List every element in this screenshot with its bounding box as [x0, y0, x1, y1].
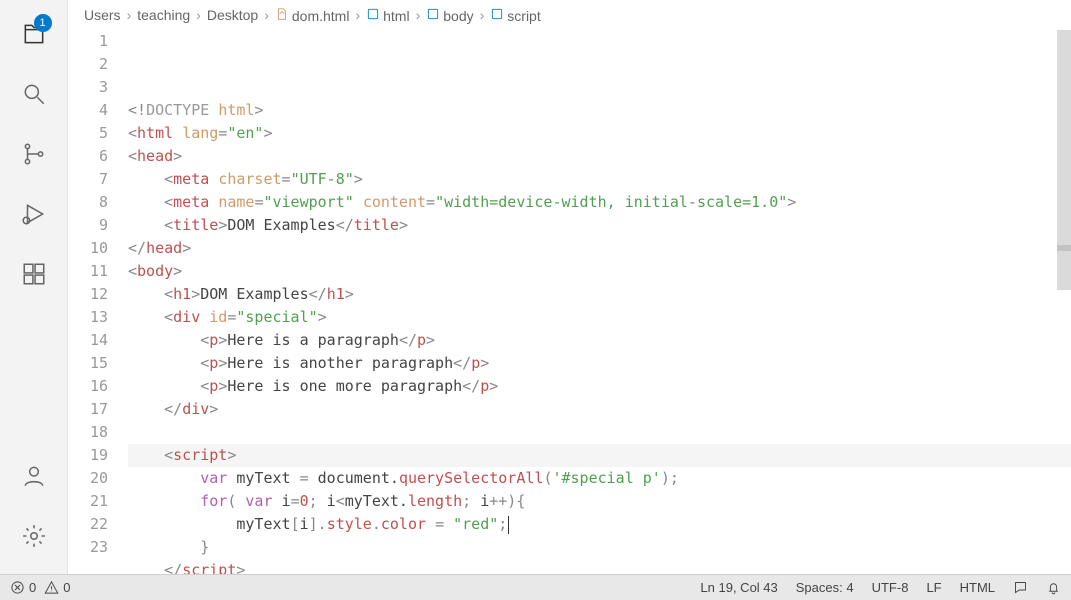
status-language[interactable]: HTML [960, 580, 995, 595]
breadcrumb-item[interactable]: dom.html [275, 7, 350, 24]
line-number: 9 [68, 214, 108, 237]
activity-bar: 1 [0, 0, 68, 574]
breadcrumb-item[interactable]: body [426, 7, 473, 24]
line-number: 7 [68, 168, 108, 191]
status-line-col[interactable]: Ln 19, Col 43 [700, 580, 777, 595]
breadcrumb-item[interactable]: script [490, 7, 540, 24]
breadcrumb-label: script [507, 8, 540, 24]
search-icon[interactable] [10, 70, 58, 118]
code-line[interactable]: </script> [128, 559, 1071, 574]
symbol-icon [490, 7, 504, 21]
line-number: 16 [68, 375, 108, 398]
line-number: 20 [68, 467, 108, 490]
code-line[interactable]: <head> [128, 145, 1071, 168]
code-line[interactable]: </head> [128, 237, 1071, 260]
account-icon[interactable] [10, 452, 58, 500]
code-line[interactable]: myText[i].style.color = "red"; [128, 513, 1071, 536]
chevron-right-icon: › [480, 7, 485, 23]
line-number: 10 [68, 237, 108, 260]
code-line[interactable]: for( var i=0; i<myText.length; i++){ [128, 490, 1071, 513]
symbol-icon [366, 7, 380, 21]
line-number: 11 [68, 260, 108, 283]
line-number: 17 [68, 398, 108, 421]
chevron-right-icon: › [196, 7, 201, 23]
feedback-icon[interactable] [1013, 580, 1028, 595]
breadcrumb-item[interactable]: Users [84, 7, 121, 23]
line-number: 19 [68, 444, 108, 467]
debug-icon[interactable] [10, 190, 58, 238]
settings-gear-icon[interactable] [10, 512, 58, 560]
breadcrumb-label: Desktop [207, 7, 258, 23]
breadcrumb-item[interactable]: teaching [137, 7, 190, 23]
line-number: 15 [68, 352, 108, 375]
breadcrumb-item[interactable]: Desktop [207, 7, 258, 23]
source-control-icon[interactable] [10, 130, 58, 178]
code-line[interactable]: <h1>DOM Examples</h1> [128, 283, 1071, 306]
line-number: 18 [68, 421, 108, 444]
line-number: 22 [68, 513, 108, 536]
chevron-right-icon: › [127, 7, 132, 23]
explorer-badge: 1 [34, 14, 52, 32]
code-line[interactable]: </div> [128, 398, 1071, 421]
code-line[interactable]: <meta charset="UTF-8"> [128, 168, 1071, 191]
line-number: 12 [68, 283, 108, 306]
line-number: 1 [68, 30, 108, 53]
code-line[interactable]: <div id="special"> [128, 306, 1071, 329]
status-encoding[interactable]: UTF-8 [872, 580, 909, 595]
errors-count: 0 [29, 580, 36, 595]
chevron-right-icon: › [355, 7, 360, 23]
line-number: 13 [68, 306, 108, 329]
explorer-icon[interactable]: 1 [10, 10, 58, 58]
breadcrumb-label: html [383, 8, 409, 24]
chevron-right-icon: › [416, 7, 421, 23]
bell-icon[interactable] [1046, 580, 1061, 595]
line-number: 8 [68, 191, 108, 214]
line-number: 3 [68, 76, 108, 99]
breadcrumb-label: teaching [137, 7, 190, 23]
code-line[interactable]: <meta name="viewport" content="width=dev… [128, 191, 1071, 214]
status-errors[interactable]: 0 [10, 580, 36, 595]
code-line[interactable]: var myText = document.querySelectorAll('… [128, 467, 1071, 490]
code-content[interactable]: <!DOCTYPE html><html lang="en"><head> <m… [128, 30, 1071, 574]
code-line[interactable]: <html lang="en"> [128, 122, 1071, 145]
breadcrumb-item[interactable]: html [366, 7, 409, 24]
symbol-icon [426, 7, 440, 21]
breadcrumb[interactable]: Users › teaching › Desktop › dom.html › html › bod… [68, 0, 1071, 30]
overview-marker [1057, 245, 1071, 251]
scrollbar-thumb[interactable] [1057, 30, 1071, 290]
status-warnings[interactable]: 0 [44, 580, 70, 595]
line-number: 23 [68, 536, 108, 559]
code-line[interactable]: <p>Here is one more paragraph</p> [128, 375, 1071, 398]
line-number: 2 [68, 53, 108, 76]
extensions-icon[interactable] [10, 250, 58, 298]
status-eol[interactable]: LF [926, 580, 941, 595]
line-number: 21 [68, 490, 108, 513]
chevron-right-icon: › [264, 7, 269, 23]
warnings-count: 0 [63, 580, 70, 595]
vertical-scrollbar[interactable] [1057, 30, 1071, 574]
code-line[interactable]: <title>DOM Examples</title> [128, 214, 1071, 237]
code-line[interactable] [128, 421, 1071, 444]
line-number: 5 [68, 122, 108, 145]
current-line-highlight [128, 444, 1071, 467]
status-bar: 0 0 Ln 19, Col 43 Spaces: 4 UTF-8 LF HTM… [0, 574, 1071, 600]
code-line[interactable]: <p>Here is a paragraph</p> [128, 329, 1071, 352]
text-cursor [508, 516, 509, 534]
breadcrumb-label: body [443, 8, 473, 24]
code-line[interactable]: <p>Here is another paragraph</p> [128, 352, 1071, 375]
line-number: 6 [68, 145, 108, 168]
code-line[interactable]: <body> [128, 260, 1071, 283]
breadcrumb-label: dom.html [292, 8, 350, 24]
code-line[interactable]: } [128, 536, 1071, 559]
breadcrumb-label: Users [84, 7, 121, 23]
line-number: 14 [68, 329, 108, 352]
line-gutter: 1234567891011121314151617181920212223 [68, 30, 128, 574]
file-icon [275, 7, 289, 21]
code-editor[interactable]: 1234567891011121314151617181920212223 <!… [68, 30, 1071, 574]
line-number: 4 [68, 99, 108, 122]
code-line[interactable]: <!DOCTYPE html> [128, 99, 1071, 122]
status-spaces[interactable]: Spaces: 4 [796, 580, 854, 595]
